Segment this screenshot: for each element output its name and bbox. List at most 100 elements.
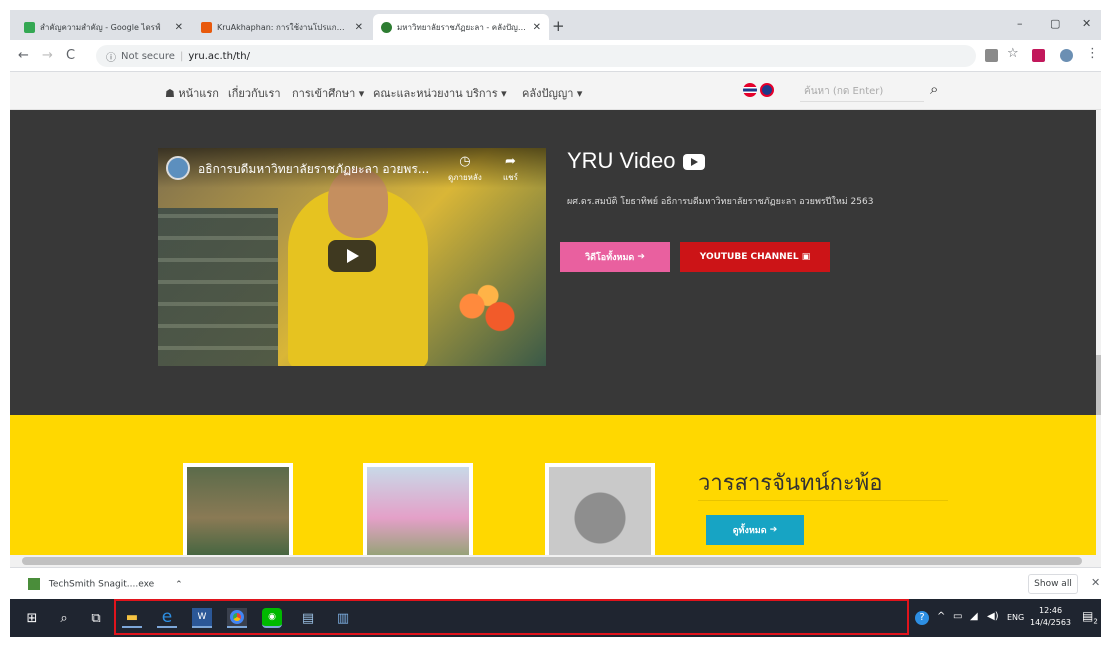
notes-icon[interactable]: ▤: [298, 608, 318, 628]
file-explorer-icon[interactable]: ▬: [122, 608, 142, 628]
info-icon[interactable]: ⓘ: [106, 49, 116, 64]
battery-icon[interactable]: ▭: [953, 611, 962, 622]
scroll-thumb[interactable]: [1096, 355, 1101, 415]
new-tab-button[interactable]: +: [552, 17, 565, 35]
scroll-thumb[interactable]: [22, 557, 1082, 565]
video-heading-text: YRU Video: [567, 148, 676, 173]
youtube-channel-label: YOUTUBE CHANNEL: [699, 252, 799, 262]
reload-button[interactable]: C: [66, 48, 75, 63]
nav-admission-label: การเข้าศึกษา: [292, 87, 356, 100]
play-button[interactable]: [328, 240, 376, 272]
chrome-menu-icon[interactable]: ⋮: [1086, 46, 1099, 61]
youtube-channel-button[interactable]: YOUTUBE CHANNEL ▣: [680, 242, 830, 272]
view-all-label: ดูทั้งหมด: [732, 526, 767, 536]
help-icon[interactable]: ?: [915, 611, 929, 625]
download-filename: TechSmith Snagit....exe: [48, 579, 155, 590]
nav-admission[interactable]: การเข้าศึกษา ▾: [292, 84, 364, 102]
horizontal-scrollbar[interactable]: [10, 555, 1101, 567]
line-icon[interactable]: ◉: [262, 608, 282, 628]
nav-repository[interactable]: คลังปัญญา ▾: [522, 84, 582, 102]
video-embed-title[interactable]: อธิการบดีมหาวิทยาลัยราชภัฏยะลา อวยพร...: [198, 160, 429, 179]
all-videos-button[interactable]: วิดีโอทั้งหมด ➔: [560, 242, 670, 272]
language-indicator[interactable]: ENG: [1007, 613, 1024, 622]
nav-services[interactable]: บริการ ▾: [466, 84, 507, 102]
site-navbar: ☗ หน้าแรก เกี่ยวกับเรา การเข้าศึกษา ▾ คณ…: [10, 72, 1101, 110]
tab-title: KruAkhaphan: การใช้งานโปรแกรม Fr: [217, 22, 349, 32]
nav-home-label: หน้าแรก: [178, 87, 219, 100]
notification-center-icon[interactable]: ▤2: [1082, 609, 1098, 625]
bookmark-star-icon[interactable]: ☆: [1007, 46, 1019, 61]
start-icon[interactable]: ⊞: [22, 608, 42, 628]
search-icon[interactable]: ⌕: [54, 608, 74, 628]
journal-section: วารสารจันทน์กะพ้อ ดูทั้งหมด ➔: [10, 415, 1101, 555]
youtube-icon: [683, 154, 706, 171]
screenshot-frame: สำคัญความสำคัญ - Google ไดรฟ์ ✕ KruAkhap…: [0, 0, 1101, 650]
tab-kruakhaphan[interactable]: KruAkhaphan: การใช้งานโปรแกรม Fr ✕: [193, 14, 371, 40]
minimize-button[interactable]: –: [1017, 17, 1023, 30]
tab-google-drive[interactable]: สำคัญความสำคัญ - Google ไดรฟ์ ✕: [16, 14, 191, 40]
view-all-journal-button[interactable]: ดูทั้งหมด ➔: [706, 515, 804, 545]
search-input[interactable]: ค้นหา (กด Enter): [800, 78, 924, 102]
chrome-icon[interactable]: [227, 608, 247, 628]
clock-time: 12:46: [1038, 606, 1063, 615]
thai-flag-icon[interactable]: [743, 83, 757, 97]
watch-later-button[interactable]: ◷ ดูภายหลัง: [448, 154, 482, 184]
channel-avatar[interactable]: [166, 156, 190, 180]
google-drive-icon: [24, 21, 35, 33]
close-tab-icon[interactable]: ✕: [175, 22, 183, 33]
tab-strip: สำคัญความสำคัญ - Google ไดรฟ์ ✕ KruAkhap…: [10, 10, 1101, 40]
vertical-scrollbar[interactable]: [1096, 110, 1101, 555]
show-all-button[interactable]: Show all: [1028, 574, 1078, 594]
nav-services-label: บริการ: [466, 87, 498, 100]
edge-icon[interactable]: e: [157, 607, 177, 628]
task-view-icon[interactable]: ⧉: [86, 608, 106, 628]
notification-count: 2: [1093, 617, 1098, 626]
app-icon[interactable]: ▥: [333, 608, 353, 628]
share-label: แชร์: [503, 173, 518, 182]
translate-icon[interactable]: [985, 49, 998, 62]
video-section: อธิการบดีมหาวิทยาลัยราชภัฏยะลา อวยพร... …: [10, 110, 1101, 415]
video-heading: YRU Video: [567, 148, 706, 174]
tab-yru[interactable]: มหาวิทยาลัยราชภัฏยะลา - คลังปัญญา ✕: [373, 14, 549, 40]
volume-icon[interactable]: ◀): [987, 611, 999, 622]
journal-cover-card[interactable]: [183, 463, 293, 555]
extension-icon[interactable]: [1032, 49, 1045, 62]
close-window-button[interactable]: ✕: [1082, 17, 1091, 30]
close-tab-icon[interactable]: ✕: [533, 22, 541, 33]
yru-favicon-icon: [381, 21, 392, 33]
share-button[interactable]: ➦ แชร์: [503, 154, 518, 184]
journal-cover-card[interactable]: [363, 463, 473, 555]
nav-about[interactable]: เกี่ยวกับเรา: [228, 84, 281, 102]
close-tab-icon[interactable]: ✕: [355, 22, 363, 33]
nav-home[interactable]: ☗ หน้าแรก: [165, 84, 219, 102]
windows-taskbar: ⊞ ⌕ ⧉ ▬ e W ◉ ▤ ▥ ? ^ ▭ ◢ ◀) ENG 12:46 1…: [10, 599, 1101, 637]
divider: [698, 500, 948, 501]
chevron-up-icon[interactable]: ^: [937, 611, 945, 622]
journal-cover-card[interactable]: [545, 463, 655, 555]
address-bar-row: ← → C ⓘ Not secure | yru.ac.th/th/ ☆ ⋮: [10, 40, 1101, 72]
installer-icon: [28, 578, 40, 590]
search-icon[interactable]: ⌕: [930, 80, 938, 98]
word-icon[interactable]: W: [192, 608, 212, 628]
clock[interactable]: 12:46 14/4/2563: [1030, 605, 1071, 629]
download-shelf: TechSmith Snagit....exe ⌃ Show all ✕: [10, 567, 1101, 599]
journal-title: วารสารจันทน์กะพ้อ: [698, 471, 883, 496]
caret-down-icon: ▾: [358, 87, 365, 100]
download-item[interactable]: TechSmith Snagit....exe ⌃: [28, 578, 183, 590]
omnibox[interactable]: ⓘ Not secure | yru.ac.th/th/: [96, 45, 976, 67]
back-button[interactable]: ←: [18, 48, 29, 63]
share-icon: ➦: [504, 154, 516, 169]
video-embed[interactable]: อธิการบดีมหาวิทยาลัยราชภัฏยะลา อวยพร... …: [158, 148, 546, 366]
chevron-up-icon[interactable]: ⌃: [175, 580, 183, 590]
profile-avatar[interactable]: [1060, 49, 1073, 62]
maximize-button[interactable]: ▢: [1050, 17, 1060, 30]
forward-button[interactable]: →: [42, 48, 53, 63]
arrow-circle-icon: ➔: [637, 252, 645, 262]
nav-faculties[interactable]: คณะและหน่วยงาน: [373, 84, 463, 102]
url-text: yru.ac.th/th/: [188, 50, 250, 62]
bookshelf-graphic: [158, 208, 278, 366]
wifi-icon[interactable]: ◢: [970, 611, 978, 622]
close-download-shelf-button[interactable]: ✕: [1091, 576, 1100, 589]
blogger-icon: [201, 21, 212, 33]
uk-flag-icon[interactable]: [760, 83, 774, 97]
